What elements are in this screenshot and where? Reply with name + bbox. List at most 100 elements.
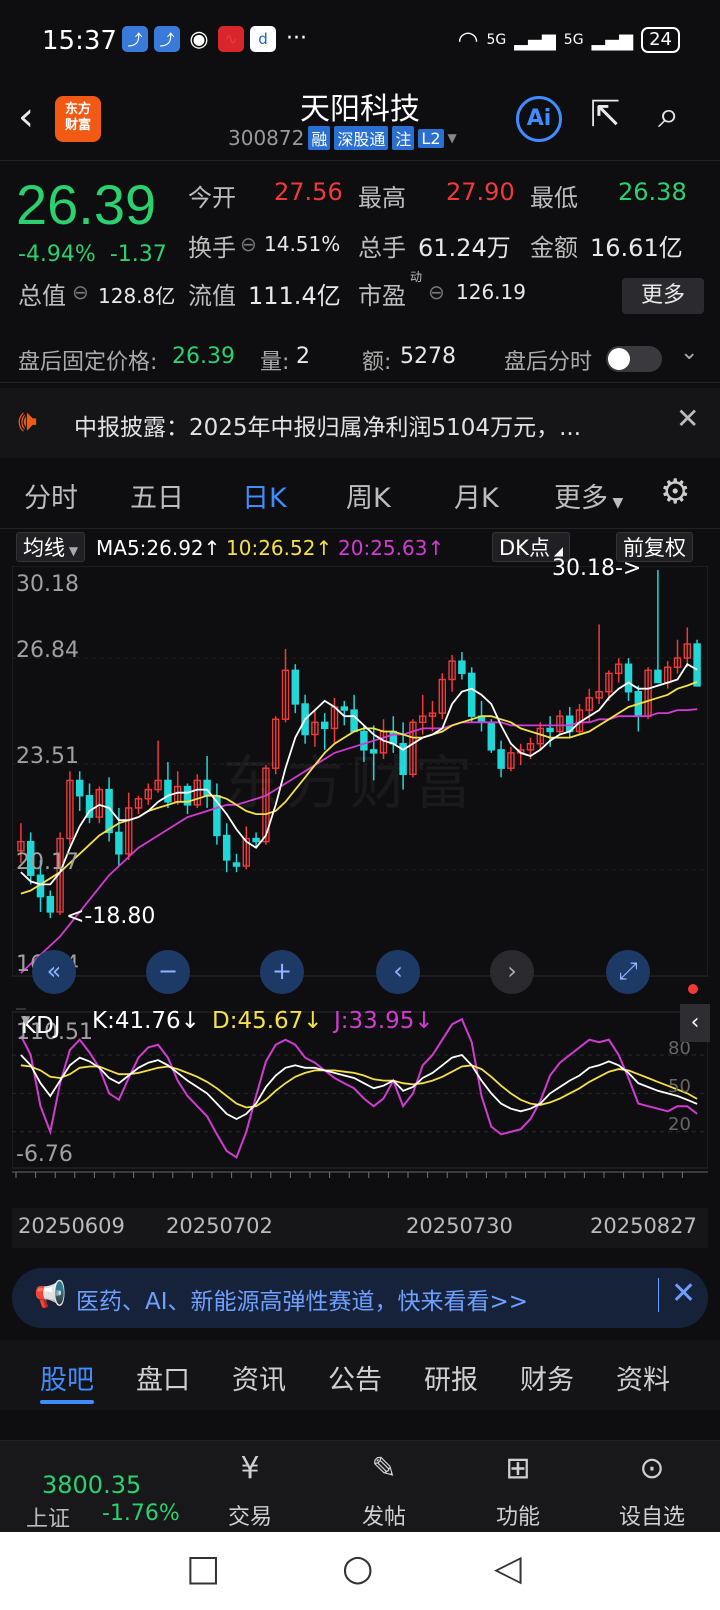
watchlist-button[interactable]: ⊙ 设自选 [612, 1451, 692, 1531]
tab-more[interactable]: 更多 ▼ [554, 476, 623, 515]
signal-5g-1: 5G [486, 32, 507, 48]
tab-weekly-k[interactable]: 周K [346, 476, 391, 515]
caret-down-icon: ▼ [65, 544, 79, 558]
app-notification-icon: d [250, 26, 276, 52]
system-nav-bar: □ ○ ◁ [0, 1532, 720, 1610]
share-icon[interactable]: ⇱ [590, 94, 620, 135]
high-marker: 30.18-> [552, 556, 642, 581]
turnover-value: 14.51% [264, 232, 341, 256]
index-value[interactable]: 3800.35 [42, 1471, 141, 1499]
caret-down-icon: ▼ [21, 1013, 31, 1027]
price-axis-label: 20.17 [16, 850, 79, 875]
indicator-select[interactable]: KDJ ▼ [16, 1008, 61, 1039]
volume-value: 61.24万 [418, 234, 511, 262]
tag-margin: 融 [308, 126, 331, 150]
after-amt-label: 额: [362, 350, 392, 375]
tab-daily-k[interactable]: 日K [242, 476, 287, 515]
stock-header: ‹ 东方 财富 天阳科技 300872 融 深股通 注 L2 ▼ Ai ⇱ ⌕ [0, 80, 720, 160]
tab-order-book[interactable]: 盘口 [136, 1358, 190, 1397]
collapse-panel-button[interactable]: ‹ [680, 1004, 710, 1042]
notification-icons: ⤴ ⤴ ◉ ∿ d ··· [122, 26, 307, 52]
close-icon[interactable]: ✕ [658, 1278, 696, 1312]
low-label: 最低 [530, 184, 578, 212]
stock-code-row[interactable]: 300872 融 深股通 注 L2 ▼ [228, 126, 457, 150]
gear-icon[interactable]: ⚙ [660, 472, 690, 512]
scroll-left-fast-button[interactable]: « [32, 950, 76, 994]
tab-forum[interactable]: 股吧 [40, 1358, 94, 1397]
price-change: -4.94% -1.37 [18, 242, 167, 267]
turnover-label: 换手 [188, 234, 236, 262]
amount-value: 16.61亿 [590, 234, 683, 262]
home-icon[interactable]: ○ [342, 1548, 373, 1589]
date-axis: 20250609 20250702 20250730 20250827 [12, 1208, 708, 1248]
trade-button[interactable]: ¥ 交易 [210, 1451, 290, 1531]
info-icon[interactable]: ⊖ [428, 280, 445, 304]
tab-news[interactable]: 资讯 [232, 1358, 286, 1397]
ma5-legend: MA5:26.92↑ [96, 536, 221, 560]
kdj-level-20: 20 [668, 1114, 691, 1135]
info-icon[interactable]: ⊖ [240, 232, 257, 256]
close-icon[interactable]: ✕ [676, 402, 699, 435]
candle-body [497, 749, 505, 769]
divider [0, 382, 720, 383]
back-nav-icon[interactable]: ◁ [494, 1548, 522, 1589]
tab-research[interactable]: 研报 [424, 1358, 478, 1397]
tab-financials[interactable]: 财务 [520, 1358, 574, 1397]
price-axis-label: 26.84 [16, 638, 79, 663]
date-label: 20250609 [18, 1214, 125, 1238]
index-change[interactable]: -1.76% [102, 1501, 180, 1526]
kdj-axis-bottom: -6.76 [16, 1142, 73, 1167]
kdj-legend-bar: KDJ ▼ K:41.76↓ D:45.67↓ J:33.95↓ ‹ [12, 1004, 710, 1044]
post-button[interactable]: ✎ 发帖 [344, 1451, 424, 1531]
tab-announcements[interactable]: 公告 [328, 1358, 382, 1397]
search-icon[interactable]: ⌕ [658, 92, 679, 137]
announcement-text: 中报披露：2025年中报归属净利润5104万元，... [74, 415, 581, 441]
caret-down-icon: ▼ [608, 495, 624, 511]
kline-chart[interactable]: 东方财富 30.18 26.84 23.51 20.17 16.84 30.18… [12, 556, 708, 1258]
stock-code: 300872 [228, 126, 305, 150]
info-icon[interactable]: ⊖ [72, 280, 89, 304]
date-label: 20250730 [406, 1214, 513, 1238]
scroll-right-button[interactable]: › [490, 950, 534, 994]
candle-body [467, 672, 476, 717]
fixed-price-value: 26.39 [172, 344, 235, 369]
kdj-d-value: D:45.67↓ [212, 1008, 323, 1034]
tab-five-day[interactable]: 五日 [130, 476, 184, 515]
functions-button[interactable]: ⊞ 功能 [478, 1451, 558, 1531]
status-right: ◠ 5G ▂▄▆ 5G ▂▄▆ 24 [458, 26, 680, 54]
chevron-down-icon[interactable]: ⌄ [680, 340, 698, 365]
tab-profile[interactable]: 资料 [616, 1358, 670, 1397]
candle-body [252, 837, 260, 843]
tab-intraday[interactable]: 分时 [24, 476, 78, 515]
fullscreen-button[interactable]: ⤢ [606, 950, 650, 994]
signal-icon: ▂▄▆ [591, 29, 634, 51]
open-label: 今开 [188, 184, 236, 212]
more-button[interactable]: 更多 [622, 278, 704, 314]
index-name[interactable]: 上证 [26, 1501, 70, 1533]
candle-body [164, 779, 172, 803]
yen-icon: ¥ [240, 1451, 260, 1486]
promo-banner[interactable]: 📢 医药、AI、新能源高弹性赛道，快来看看>> ✕ [12, 1268, 708, 1328]
scroll-left-button[interactable]: ‹ [376, 950, 420, 994]
zoom-out-button[interactable]: − [146, 950, 190, 994]
zoom-in-button[interactable]: + [260, 950, 304, 994]
megaphone-icon: 📢 [34, 1280, 67, 1310]
kdj-j-value: J:33.95↓ [334, 1008, 434, 1034]
ai-assistant-button[interactable]: Ai [516, 96, 562, 142]
float-value: 111.4亿 [248, 282, 341, 310]
watchlist-label: 设自选 [618, 1505, 685, 1530]
recent-apps-icon[interactable]: □ [186, 1548, 220, 1589]
candle-body [624, 663, 633, 693]
announcement-banner[interactable]: 🕪 中报披露：2025年中报归属净利润5104万元，... ✕ [0, 388, 720, 458]
tag-connect: 深股通 [334, 126, 389, 150]
status-bar: 15:37 ⤴ ⤴ ◉ ∿ d ··· ◠ 5G ▂▄▆ 5G ▂▄▆ 24 [0, 0, 720, 80]
price-axis-label: 23.51 [16, 744, 79, 769]
tab-monthly-k[interactable]: 月K [454, 476, 499, 515]
mcap-value: 128.8亿 [98, 284, 176, 308]
kdj-k-value: K:41.76↓ [92, 1008, 200, 1034]
after-intraday-toggle[interactable] [606, 346, 662, 372]
ma-mode-select[interactable]: 均线 ▼ [16, 532, 86, 562]
edit-icon: ✎ [371, 1451, 397, 1486]
candle-body [232, 862, 241, 867]
date-label: 20250702 [166, 1214, 273, 1238]
